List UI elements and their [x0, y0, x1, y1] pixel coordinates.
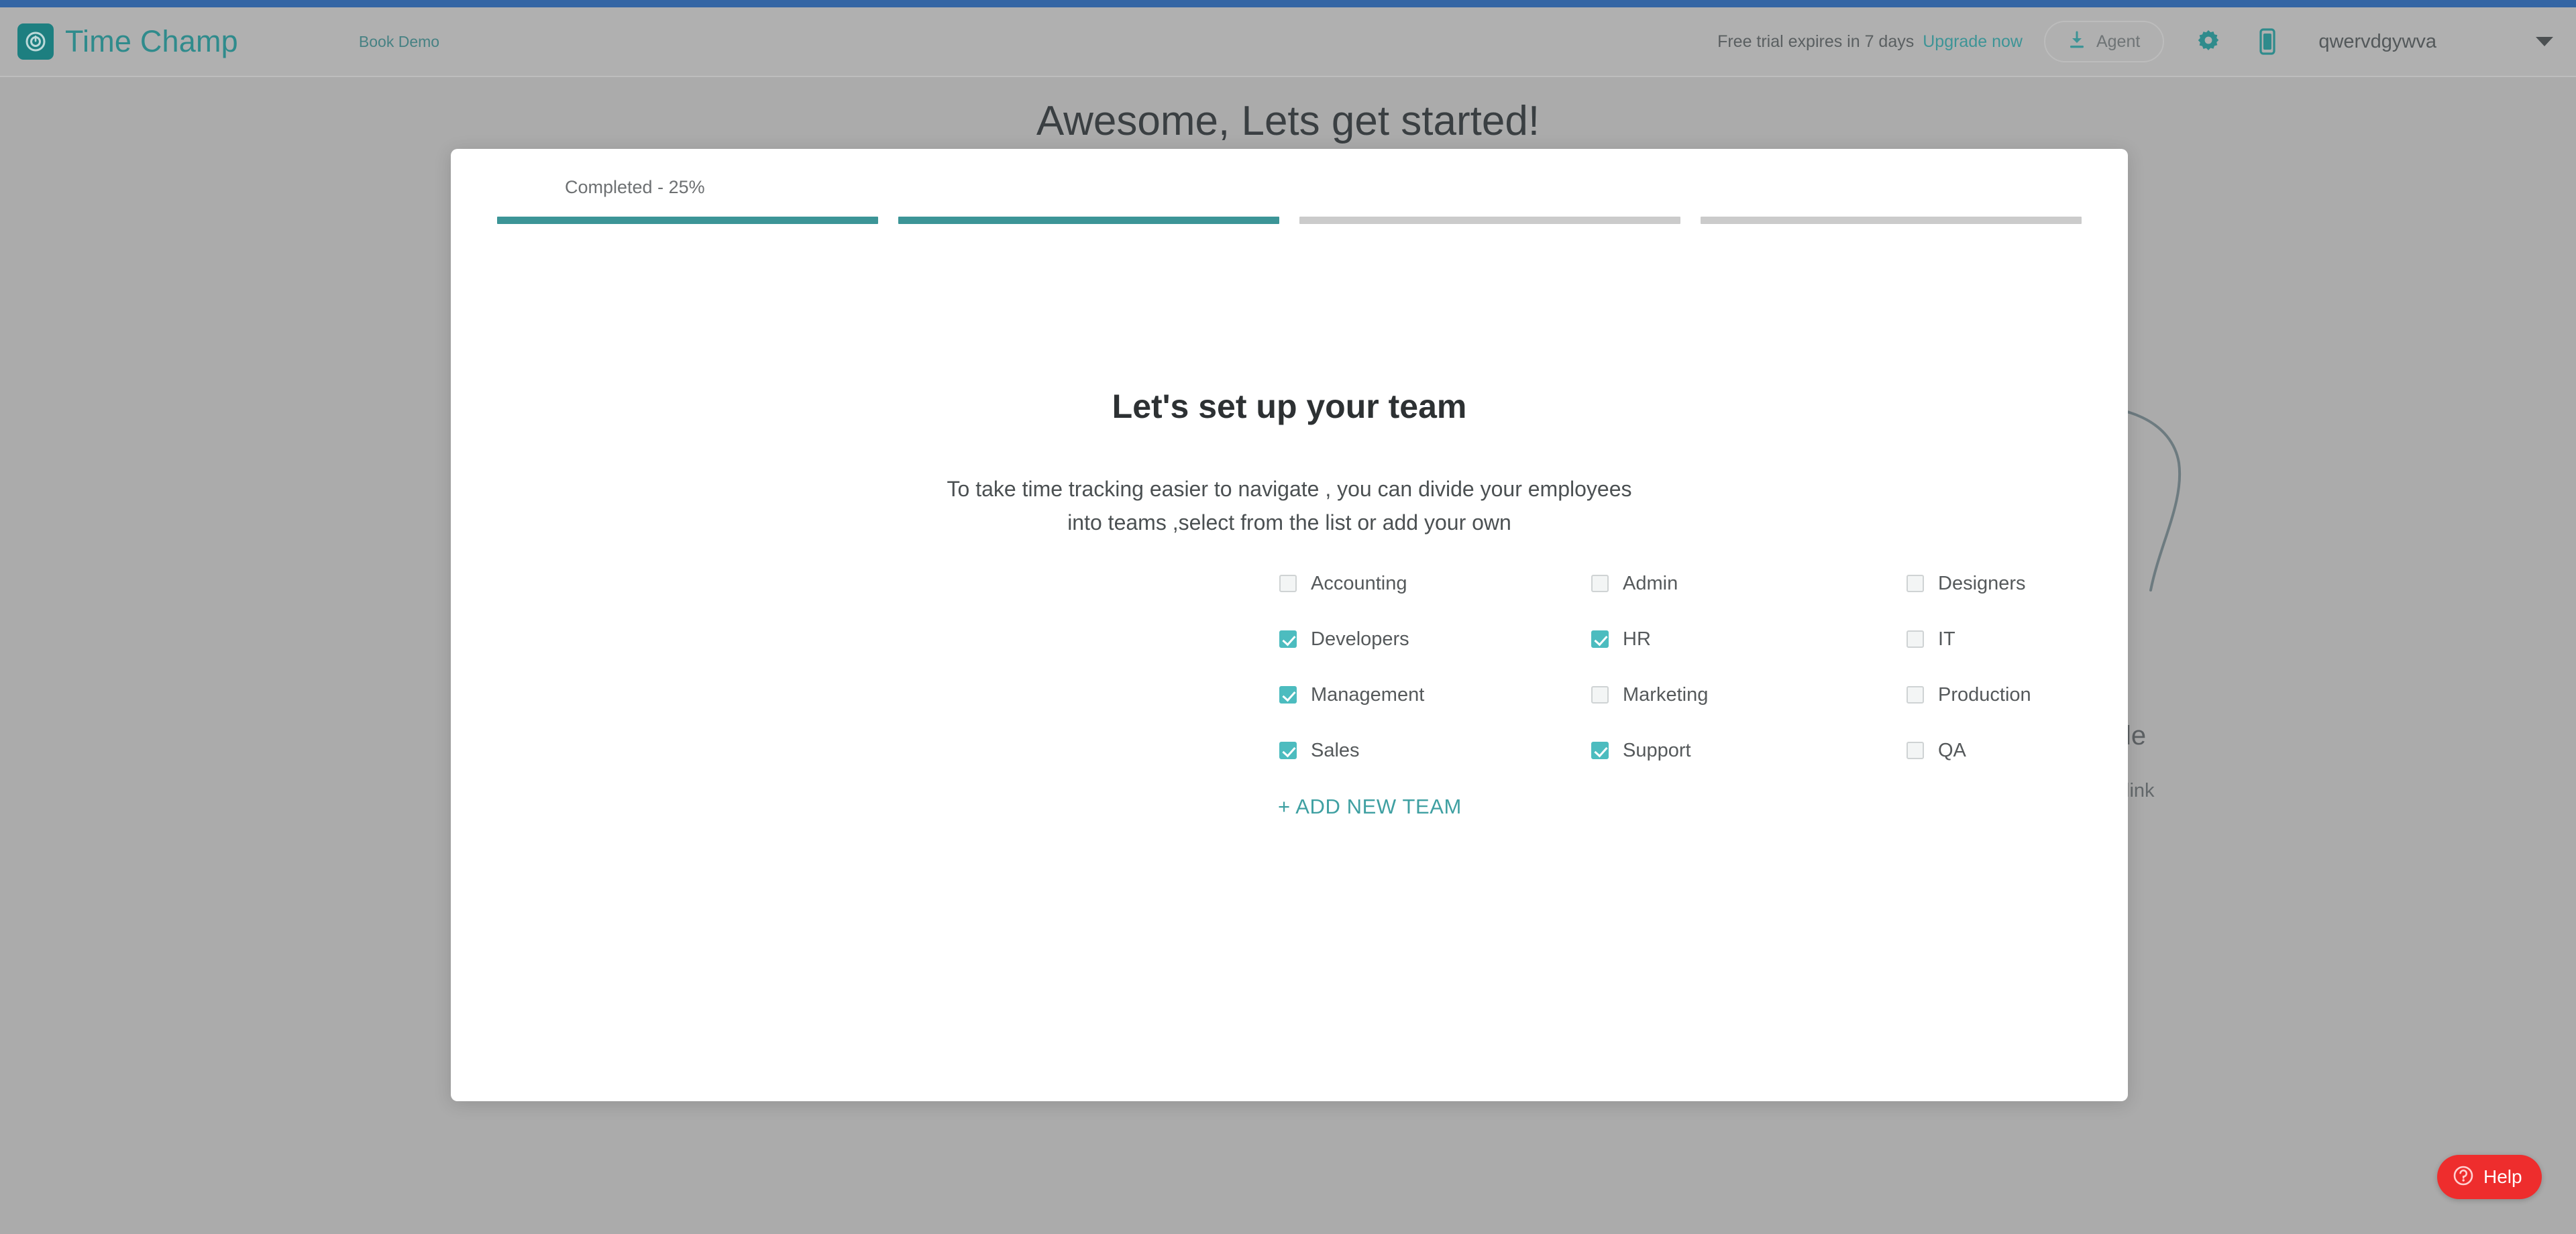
modal-subtitle-line-1: To take time tracking easier to navigate…	[947, 477, 1632, 501]
step-bar-2	[898, 217, 1279, 224]
header-right-group: Free trial expires in 7 days Upgrade now…	[1717, 21, 2576, 62]
onboarding-progress: Completed - 25%	[451, 177, 2128, 231]
team-label: Admin	[1623, 572, 1678, 594]
help-button-label: Help	[2483, 1166, 2522, 1187]
trial-status-text: Free trial expires in 7 days	[1717, 32, 1915, 51]
user-name-label[interactable]: qwervdgywva	[2318, 31, 2436, 53]
team-option-it[interactable]: IT	[1907, 624, 2128, 655]
checkbox-hr[interactable]	[1591, 630, 1609, 648]
team-option-designers[interactable]: Designers	[1907, 568, 2128, 599]
page-title: Awesome, Lets get started!	[1036, 98, 1540, 144]
background-text-line-1: le	[2125, 721, 2147, 750]
chevron-down-icon[interactable]	[2536, 37, 2553, 46]
team-checkbox-grid: Accounting Admin Designers Developers HR…	[1279, 568, 2128, 791]
modal-subtitle: To take time tracking easier to navigate…	[451, 473, 2128, 539]
progress-label: Completed - 25%	[565, 177, 705, 197]
modal-title: Let's set up your team	[1112, 388, 1467, 425]
team-option-developers[interactable]: Developers	[1279, 624, 1591, 655]
step-bar-3	[1299, 217, 1680, 224]
team-label: Sales	[1311, 739, 1360, 761]
add-new-team-button[interactable]: + ADD NEW TEAM	[1278, 795, 1462, 819]
checkbox-management[interactable]	[1279, 686, 1297, 704]
team-option-production[interactable]: Production	[1907, 679, 2128, 710]
background-text-line-2: link	[2125, 780, 2155, 801]
checkbox-sales[interactable]	[1279, 742, 1297, 759]
team-option-accounting[interactable]: Accounting	[1279, 568, 1591, 599]
download-agent-icon	[2068, 31, 2086, 53]
question-circle-icon	[2452, 1164, 2475, 1190]
checkbox-production[interactable]	[1907, 686, 1924, 704]
book-demo-link[interactable]: Book Demo	[359, 33, 439, 51]
team-setup-modal: Completed - 25% Let's set up your team T…	[451, 149, 2128, 1101]
step-bar-track	[497, 217, 2082, 224]
team-label: Accounting	[1311, 572, 1407, 594]
checkbox-developers[interactable]	[1279, 630, 1297, 648]
step-bar-4	[1701, 217, 2082, 224]
mobile-device-icon[interactable]	[2253, 27, 2282, 56]
checkbox-designers[interactable]	[1907, 575, 1924, 592]
brand-logo[interactable]: Time Champ	[17, 23, 238, 60]
team-option-support[interactable]: Support	[1591, 735, 1907, 766]
checkbox-admin[interactable]	[1591, 575, 1609, 592]
team-label: Support	[1623, 739, 1691, 761]
agent-download-button[interactable]: Agent	[2043, 21, 2165, 62]
checkbox-accounting[interactable]	[1279, 575, 1297, 592]
brand-name: Time Champ	[65, 24, 238, 58]
team-option-admin[interactable]: Admin	[1591, 568, 1907, 599]
checkbox-it[interactable]	[1907, 630, 1924, 648]
team-label: QA	[1938, 739, 1966, 761]
team-option-hr[interactable]: HR	[1591, 624, 1907, 655]
help-button[interactable]: Help	[2437, 1155, 2542, 1199]
team-option-qa[interactable]: QA	[1907, 735, 2128, 766]
team-option-sales[interactable]: Sales	[1279, 735, 1591, 766]
step-bar-1	[497, 217, 878, 224]
upgrade-now-link[interactable]: Upgrade now	[1923, 32, 2023, 52]
browser-chrome-strip	[0, 0, 2576, 7]
team-label: IT	[1938, 628, 1955, 650]
timer-target-icon	[17, 23, 54, 60]
team-option-marketing[interactable]: Marketing	[1591, 679, 1907, 710]
team-label: Management	[1311, 683, 1425, 706]
checkbox-marketing[interactable]	[1591, 686, 1609, 704]
team-option-management[interactable]: Management	[1279, 679, 1591, 710]
app-header: Time Champ Book Demo Free trial expires …	[0, 7, 2576, 77]
team-label: Developers	[1311, 628, 1409, 650]
gear-icon[interactable]	[2194, 27, 2223, 56]
team-label: Marketing	[1623, 683, 1709, 706]
checkbox-support[interactable]	[1591, 742, 1609, 759]
checkbox-qa[interactable]	[1907, 742, 1924, 759]
team-label: HR	[1623, 628, 1651, 650]
team-label: Designers	[1938, 572, 2026, 594]
agent-button-label: Agent	[2096, 32, 2141, 51]
modal-subtitle-line-2: into teams ,select from the list or add …	[1067, 510, 1511, 535]
team-label: Production	[1938, 683, 2031, 706]
